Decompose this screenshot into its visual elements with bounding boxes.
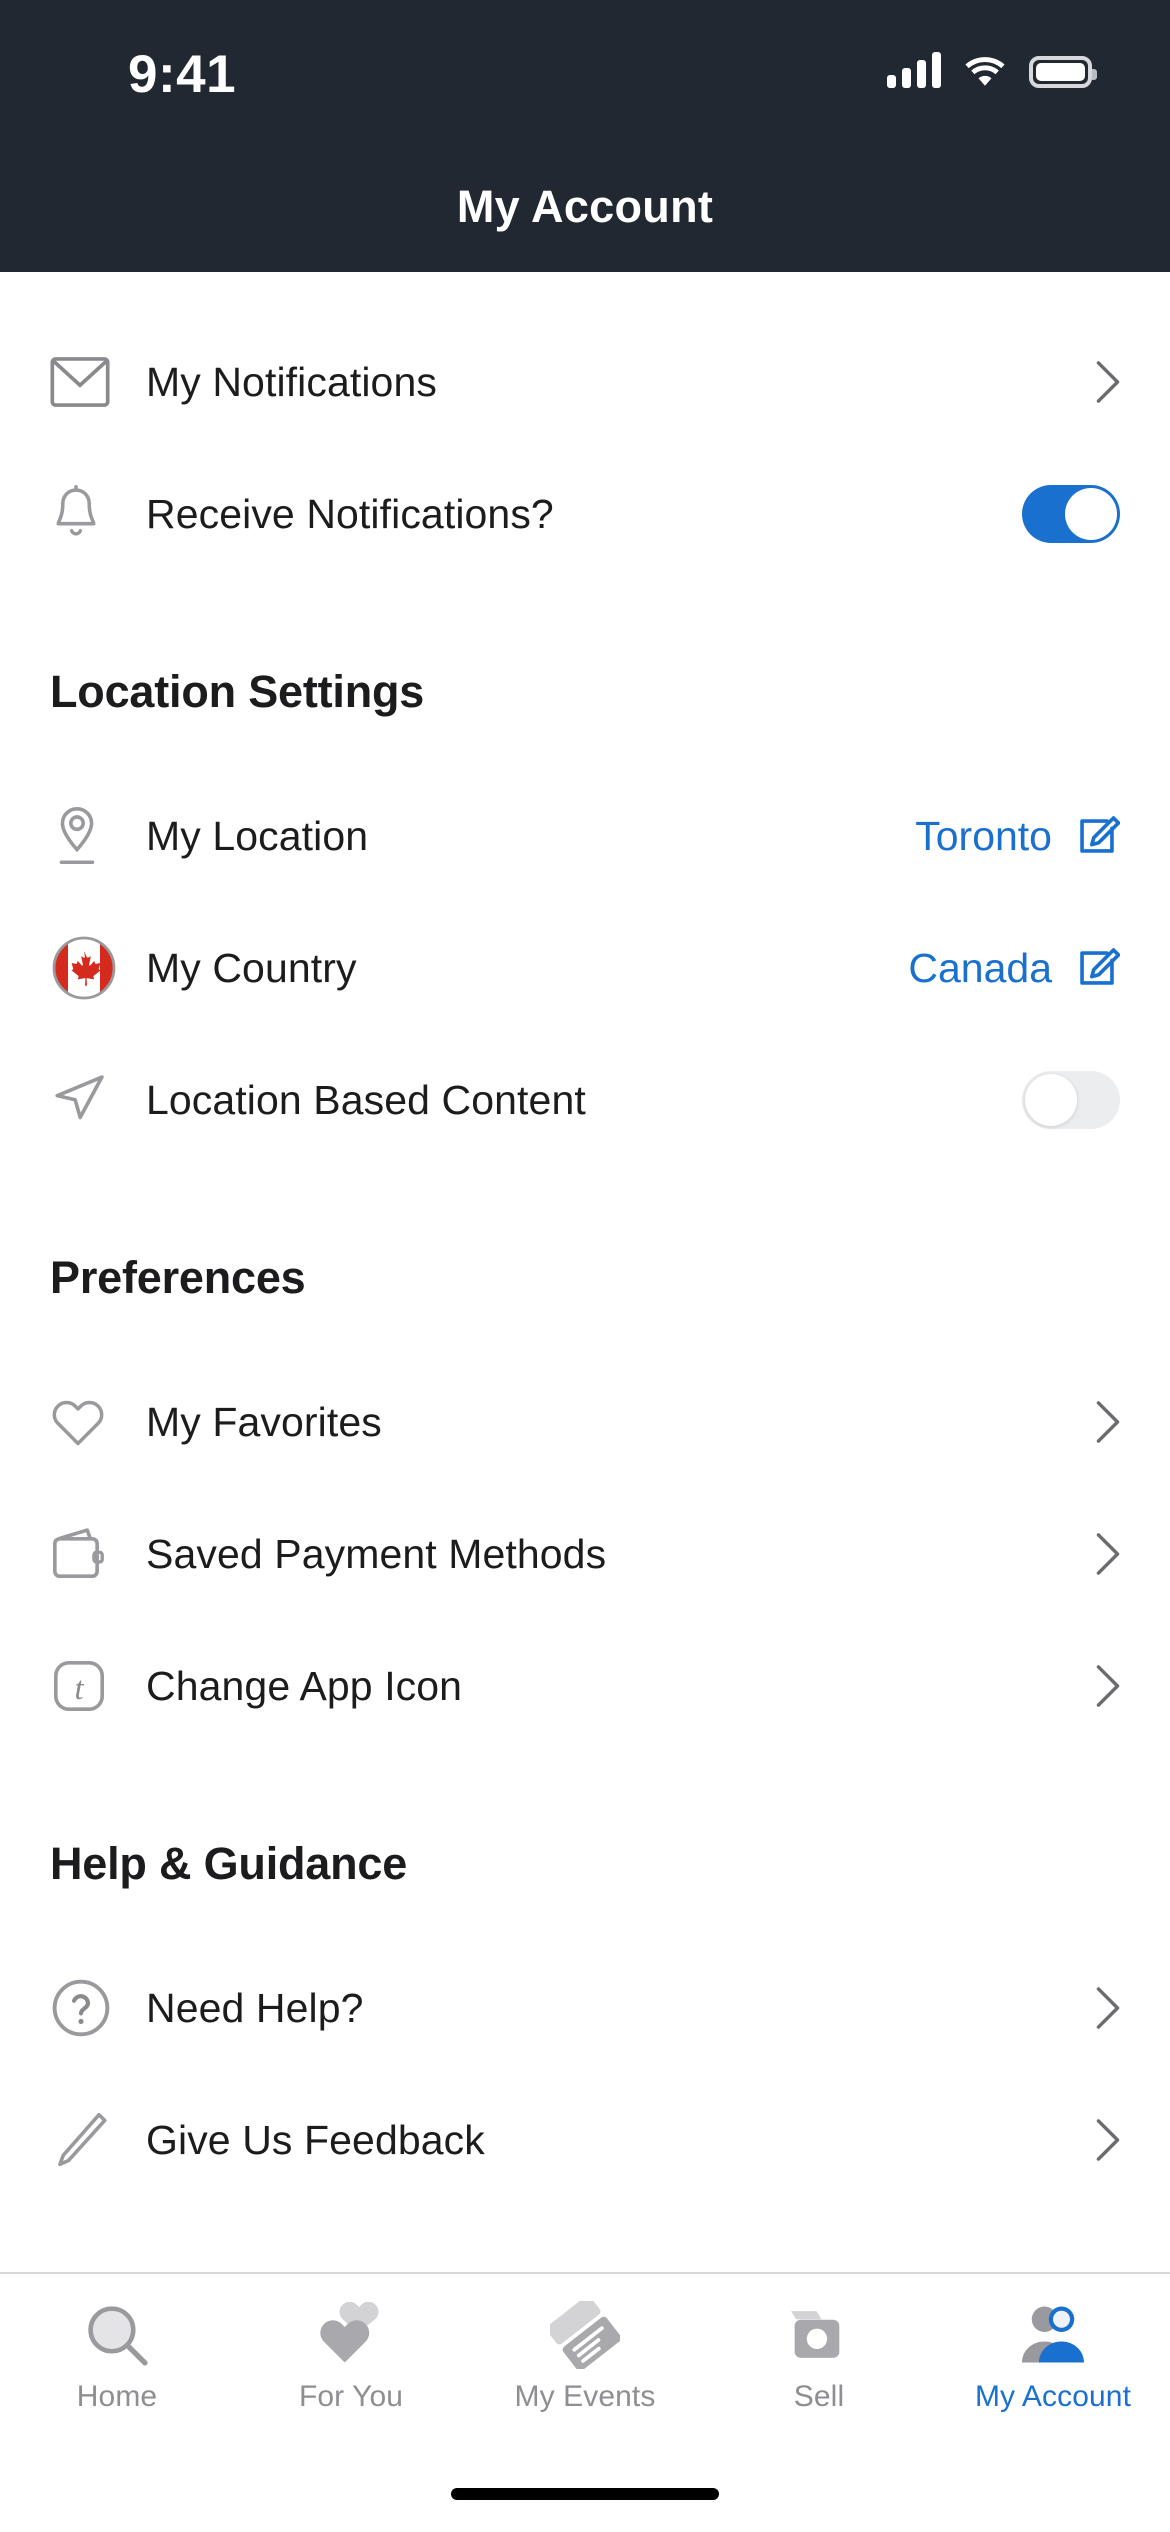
edit-pencil-icon[interactable] — [1074, 945, 1120, 991]
pencil-icon — [50, 2092, 146, 2188]
tab-label: My Account — [974, 2380, 1132, 2413]
tab-home[interactable]: Home — [0, 2298, 234, 2414]
navigation-arrow-icon — [50, 1052, 146, 1148]
status-time: 9:41 — [128, 45, 237, 104]
row-my-favorites[interactable]: My Favorites — [0, 1356, 1170, 1488]
row-saved-payment-methods[interactable]: Saved Payment Methods — [0, 1488, 1170, 1620]
hearts-icon — [314, 2298, 388, 2372]
status-bar: 9:41 — [0, 0, 1170, 155]
row-accessory[interactable] — [1096, 361, 1120, 403]
row-my-location[interactable]: My Location Toronto — [0, 770, 1170, 902]
row-location-based-content[interactable]: Location Based Content — [0, 1034, 1170, 1166]
chevron-right-icon[interactable] — [1096, 1533, 1120, 1575]
chevron-right-icon[interactable] — [1096, 2119, 1120, 2161]
row-receive-notifications[interactable]: Receive Notifications? — [0, 448, 1170, 580]
row-accessory[interactable] — [1096, 1533, 1120, 1575]
tickets-icon — [548, 2298, 622, 2372]
search-icon — [80, 2298, 154, 2372]
row-label: Location Based Content — [146, 1076, 586, 1123]
section-header-preferences: Preferences — [50, 1252, 306, 1303]
section-header-location-settings: Location Settings — [50, 666, 425, 717]
wallet-icon — [50, 1506, 146, 1602]
edit-pencil-icon[interactable] — [1074, 813, 1120, 859]
navigation-bar: My Account — [0, 155, 1170, 272]
row-accessory[interactable] — [1096, 2119, 1120, 2161]
canada-flag-icon — [50, 920, 146, 1016]
camera-icon — [782, 2298, 856, 2372]
row-accessory[interactable] — [1022, 485, 1120, 543]
row-my-country[interactable]: My Country Canada — [0, 902, 1170, 1034]
row-accessory[interactable] — [1022, 1071, 1120, 1129]
chevron-right-icon[interactable] — [1096, 1401, 1120, 1443]
heart-icon — [50, 1374, 146, 1470]
toggle-knob — [1025, 1074, 1077, 1126]
chevron-right-icon[interactable] — [1096, 1987, 1120, 2029]
row-accessory[interactable] — [1096, 1665, 1120, 1707]
battery-full-icon — [1029, 56, 1097, 88]
row-label: Saved Payment Methods — [146, 1530, 607, 1577]
home-indicator — [451, 2488, 719, 2500]
tab-label: My Events — [514, 2380, 656, 2413]
section-header-help-guidance: Help & Guidance — [50, 1838, 408, 1889]
tab-for-you[interactable]: For You — [234, 2298, 468, 2414]
tab-my-events[interactable]: My Events — [468, 2298, 702, 2414]
my-location-value: Toronto — [915, 812, 1052, 859]
map-pin-icon — [50, 788, 146, 884]
tab-my-account[interactable]: My Account — [936, 2298, 1170, 2414]
row-label: My Favorites — [146, 1398, 382, 1445]
row-change-app-icon[interactable]: t Change App Icon — [0, 1620, 1170, 1752]
wifi-icon — [965, 57, 1005, 86]
page-title: My Account — [456, 181, 714, 232]
row-label: Give Us Feedback — [146, 2116, 485, 2163]
tab-label: Sell — [793, 2380, 845, 2413]
row-accessory[interactable] — [1096, 1401, 1120, 1443]
app-screen: 9:41 My Account My Notifications Receive… — [0, 0, 1170, 2532]
row-label: Receive Notifications? — [146, 490, 554, 537]
tab-sell[interactable]: Sell — [702, 2298, 936, 2414]
row-label: Change App Icon — [146, 1662, 463, 1709]
row-need-help[interactable]: Need Help? — [0, 1942, 1170, 2074]
status-icons — [887, 52, 1097, 88]
bell-icon — [50, 466, 146, 562]
chevron-right-icon[interactable] — [1096, 1665, 1120, 1707]
my-country-value: Canada — [908, 944, 1052, 991]
signal-bars-icon — [887, 52, 941, 88]
bottom-tab-bar: Home For You My Events Sell My Account — [0, 2272, 1170, 2532]
row-label: My Notifications — [146, 358, 437, 405]
svg-text:t: t — [74, 1671, 84, 1707]
row-label: My Country — [146, 944, 357, 991]
envelope-icon — [50, 334, 146, 430]
tab-label: Home — [76, 2380, 158, 2413]
row-my-notifications[interactable]: My Notifications — [0, 316, 1170, 448]
tab-label: For You — [298, 2380, 404, 2413]
row-label: My Location — [146, 812, 369, 859]
person-icon — [1016, 2298, 1090, 2372]
row-accessory[interactable] — [1096, 1987, 1120, 2029]
settings-scroll-area[interactable]: My Notifications Receive Notifications? — [0, 272, 1170, 2272]
row-give-us-feedback[interactable]: Give Us Feedback — [0, 2074, 1170, 2206]
chevron-right-icon[interactable] — [1096, 361, 1120, 403]
row-label: Need Help? — [146, 1984, 364, 2031]
row-accessory[interactable]: Canada — [908, 945, 1120, 992]
location-based-content-toggle[interactable] — [1022, 1071, 1120, 1129]
toggle-knob — [1065, 488, 1117, 540]
receive-notifications-toggle[interactable] — [1022, 485, 1120, 543]
question-circle-icon — [50, 1960, 146, 2056]
row-accessory[interactable]: Toronto — [915, 813, 1120, 860]
app-icon-t: t — [50, 1638, 146, 1734]
